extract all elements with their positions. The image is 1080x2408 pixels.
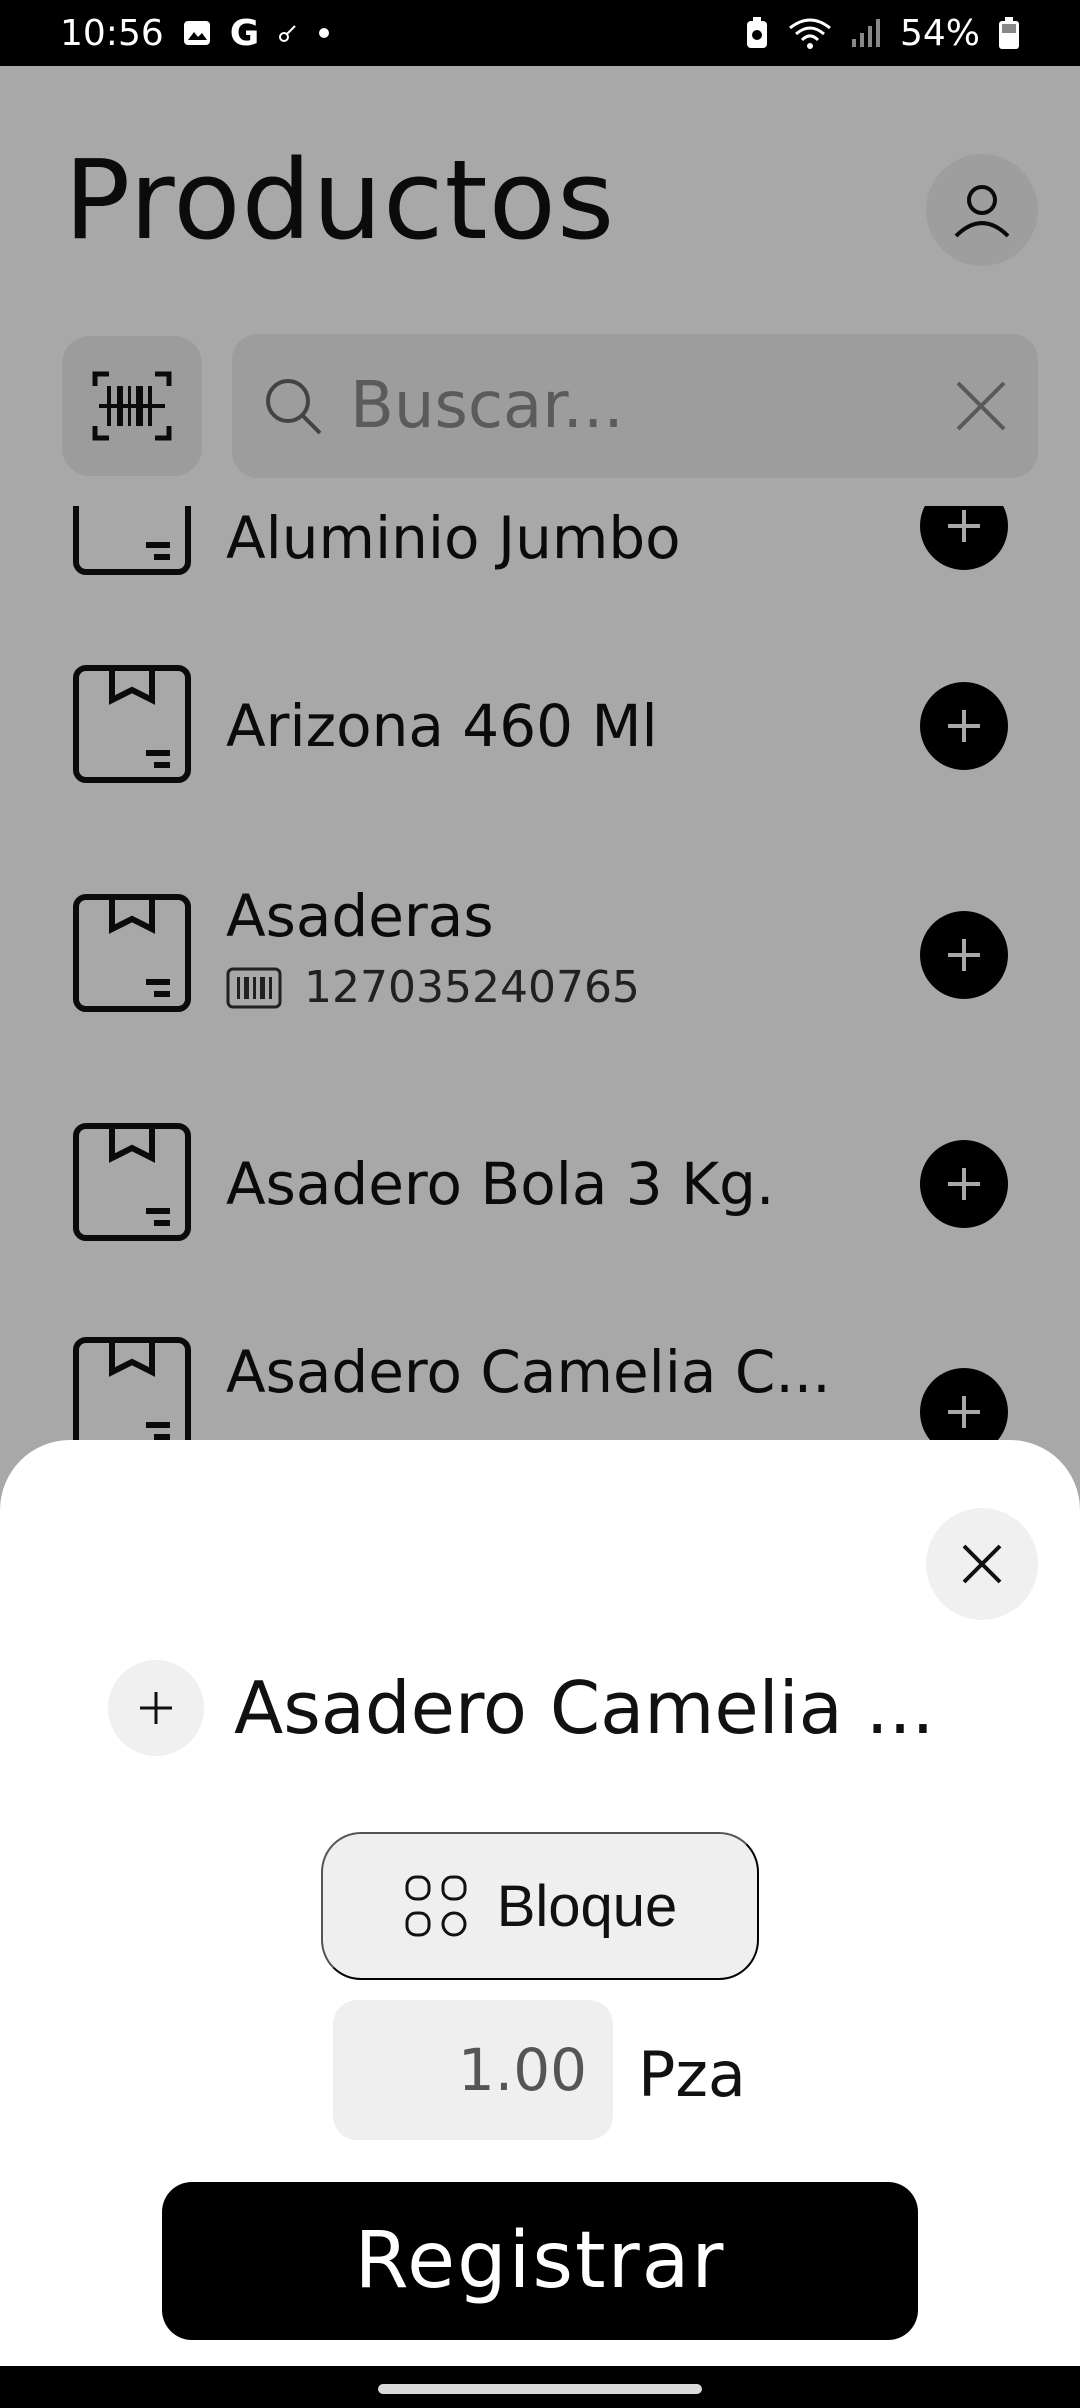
dot-icon (317, 26, 331, 40)
register-button[interactable]: Registrar (162, 2182, 918, 2340)
close-sheet-button[interactable] (926, 1508, 1038, 1620)
grid-icon (405, 1875, 467, 1937)
signal-icon (850, 17, 882, 49)
type-select-button[interactable]: Bloque (321, 1832, 759, 1980)
close-icon (962, 1544, 1002, 1584)
wifi-icon (788, 16, 832, 50)
status-bar: 10:56 G 54% (0, 0, 1080, 66)
type-label: Bloque (496, 1873, 678, 1939)
google-icon: G (229, 12, 260, 54)
add-item-icon-button[interactable] (108, 1660, 204, 1756)
battery-percent: 54% (899, 12, 980, 54)
unit-label: Pza (638, 2038, 746, 2111)
battery-icon (998, 16, 1020, 50)
home-handle[interactable] (378, 2384, 702, 2394)
plus-icon (140, 1692, 172, 1724)
add-item-sheet: Asadero Camelia ... Bloque Pza Registrar (0, 1440, 1080, 2366)
key-icon (277, 22, 299, 44)
status-bar-left: 10:56 G (60, 13, 331, 54)
status-bar-right: 54% (744, 13, 1020, 54)
app-screen: Productos Buscar... Aluminio Jumbo Arizo… (0, 66, 1080, 2366)
status-time: 10:56 (60, 12, 164, 54)
navigation-bar (0, 2366, 1080, 2408)
quantity-input[interactable] (333, 2000, 613, 2140)
sheet-product-title: Asadero Camelia ... (234, 1666, 935, 1750)
battery-saver-icon (744, 16, 770, 50)
gallery-icon (182, 18, 212, 48)
